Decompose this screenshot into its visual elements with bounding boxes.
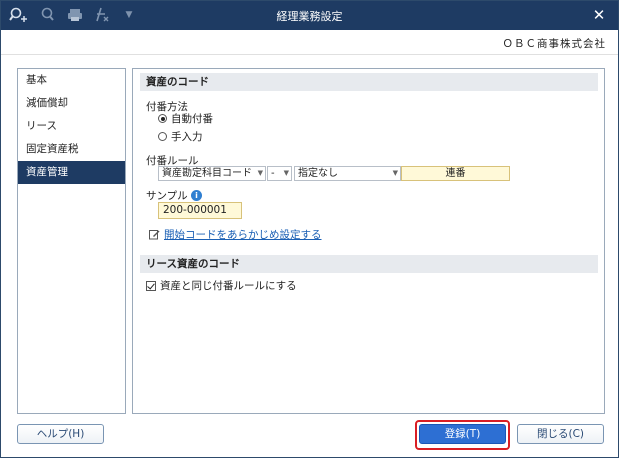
preset-start-code-link[interactable]: 開始コードをあらかじめ設定する: [164, 227, 322, 242]
separator-select[interactable]: - ▼: [267, 166, 292, 181]
rule-option-select[interactable]: 指定なし ▼: [294, 166, 401, 181]
auto-numbering-label[interactable]: 自動付番: [171, 111, 213, 126]
sidebar-item-basic[interactable]: 基本: [18, 69, 125, 92]
info-icon[interactable]: i: [191, 190, 202, 201]
section-lease-code-heading: リース資産のコード: [140, 255, 598, 273]
help-button[interactable]: ヘルプ(H): [17, 424, 104, 444]
sample-value: 200-000001: [158, 202, 242, 219]
same-rule-checkbox[interactable]: [146, 281, 156, 291]
close-button[interactable]: 閉じる(C): [517, 424, 604, 444]
divider: [1, 54, 618, 55]
sidebar-item-asset-management[interactable]: 資産管理: [18, 161, 125, 184]
rule-field-value: 資産勘定科目コード: [162, 168, 252, 179]
sidebar-item-property-tax[interactable]: 固定資産税: [18, 138, 125, 161]
separator-value: -: [271, 168, 275, 179]
chevron-down-icon: ▼: [257, 169, 263, 177]
company-name: ＯＢＣ商事株式会社: [502, 38, 606, 50]
auto-numbering-radio[interactable]: [158, 114, 167, 123]
chevron-down-icon: ▼: [392, 169, 398, 177]
settings-panel: 資産のコード 付番方法 自動付番 手入力 付番ルール 資産勘定科目コード ▼ -…: [132, 68, 605, 414]
manual-entry-radio[interactable]: [158, 132, 167, 141]
sample-label: サンプル: [146, 190, 188, 202]
close-icon[interactable]: ✕: [590, 5, 608, 25]
sidebar: 基本 減価償却 リース 固定資産税 資産管理: [17, 68, 126, 414]
title-bar: ▼ 経理業務設定 ✕: [1, 1, 618, 30]
register-button[interactable]: 登録(T): [419, 424, 506, 444]
settings-window: ▼ 経理業務設定 ✕ ＯＢＣ商事株式会社 基本 減価償却 リース 固定資産税 資…: [0, 0, 619, 458]
chevron-down-icon: ▼: [283, 169, 289, 177]
rule-field-select[interactable]: 資産勘定科目コード ▼: [158, 166, 266, 181]
sidebar-item-depreciation[interactable]: 減価償却: [18, 92, 125, 115]
sidebar-item-lease[interactable]: リース: [18, 115, 125, 138]
window-title: 経理業務設定: [276, 10, 343, 23]
edit-icon: [149, 230, 160, 240]
manual-entry-label[interactable]: 手入力: [171, 129, 203, 144]
serial-number-field[interactable]: 連番: [401, 166, 510, 181]
section-asset-code-heading: 資産のコード: [140, 73, 598, 91]
same-rule-label[interactable]: 資産と同じ付番ルールにする: [160, 278, 297, 293]
rule-option-value: 指定なし: [298, 168, 338, 179]
